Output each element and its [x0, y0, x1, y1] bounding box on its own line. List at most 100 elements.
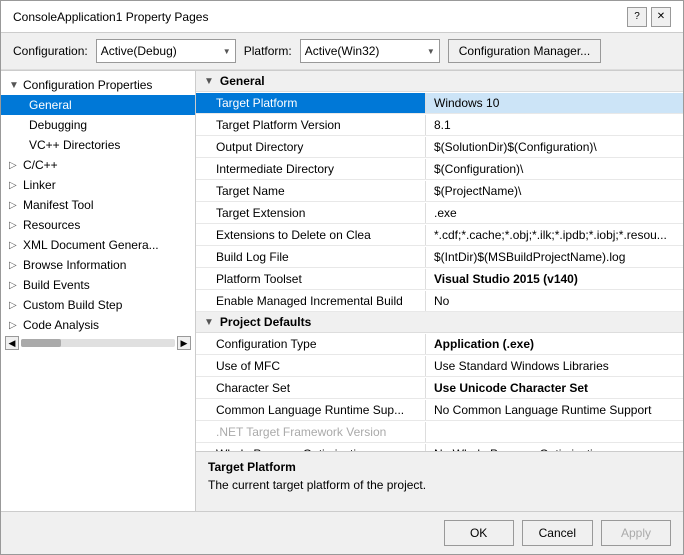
info-title: Target Platform [208, 460, 671, 474]
prop-value-config-type: Application (.exe) [426, 334, 683, 354]
prop-row-intermediate-dir[interactable]: Intermediate Directory $(Configuration)\ [196, 158, 683, 180]
section-project-defaults: ▼ Project Defaults [196, 312, 683, 333]
linker-label: Linker [23, 178, 56, 192]
prop-name-intermediate-dir: Intermediate Directory [196, 159, 426, 179]
prop-value-build-log: $(IntDir)$(MSBuildProjectName).log [426, 247, 683, 267]
prop-row-build-log[interactable]: Build Log File $(IntDir)$(MSBuildProject… [196, 246, 683, 268]
prop-name-whole-program: Whole Program Optimization [196, 444, 426, 452]
prop-name-use-mfc: Use of MFC [196, 356, 426, 376]
tree-item-build-events[interactable]: ▷ Build Events [1, 275, 195, 295]
prop-row-whole-program[interactable]: Whole Program Optimization No Whole Prog… [196, 443, 683, 451]
manifest-label: Manifest Tool [23, 198, 93, 212]
code-analysis-arrow-icon: ▷ [9, 320, 23, 331]
prop-name-managed-incremental: Enable Managed Incremental Build [196, 291, 426, 311]
custom-build-label: Custom Build Step [23, 298, 122, 312]
config-select[interactable]: Active(Debug) ▼ [96, 39, 236, 63]
browse-arrow-icon: ▷ [9, 260, 23, 271]
prop-name-output-dir: Output Directory [196, 137, 426, 157]
prop-row-target-name[interactable]: Target Name $(ProjectName)\ [196, 180, 683, 202]
scroll-right-btn[interactable]: ▶ [177, 336, 191, 350]
tree-item-code-analysis[interactable]: ▷ Code Analysis [1, 315, 195, 335]
scroll-left-btn[interactable]: ◀ [5, 336, 19, 350]
bottom-bar: OK Cancel Apply [1, 511, 683, 554]
tree-item-custom-build[interactable]: ▷ Custom Build Step [1, 295, 195, 315]
apply-button[interactable]: Apply [601, 520, 671, 546]
main-content: ▼ Configuration Properties General Debug… [1, 70, 683, 511]
xml-arrow-icon: ▷ [9, 240, 23, 251]
tree-item-cpp[interactable]: ▷ C/C++ [1, 155, 195, 175]
prop-name-extensions-delete: Extensions to Delete on Clea [196, 225, 426, 245]
tree-item-manifest-tool[interactable]: ▷ Manifest Tool [1, 195, 195, 215]
properties-table: ▼ General Target Platform Windows 10 Tar… [196, 71, 683, 451]
prop-value-character-set: Use Unicode Character Set [426, 378, 683, 398]
prop-row-clr-support[interactable]: Common Language Runtime Sup... No Common… [196, 399, 683, 421]
prop-row-config-type[interactable]: Configuration Type Application (.exe) [196, 333, 683, 355]
prop-row-target-ext[interactable]: Target Extension .exe [196, 202, 683, 224]
prop-name-target-platform-version: Target Platform Version [196, 115, 426, 135]
close-button[interactable]: ✕ [651, 7, 671, 27]
cancel-button[interactable]: Cancel [522, 520, 593, 546]
help-button[interactable]: ? [627, 7, 647, 27]
prop-value-managed-incremental: No [426, 291, 683, 311]
prop-name-platform-toolset: Platform Toolset [196, 269, 426, 289]
prop-row-output-dir[interactable]: Output Directory $(SolutionDir)$(Configu… [196, 136, 683, 158]
config-bar: Configuration: Active(Debug) ▼ Platform:… [1, 33, 683, 70]
tree-root-label: Configuration Properties [23, 78, 152, 92]
ok-button[interactable]: OK [444, 520, 514, 546]
cpp-arrow-icon: ▷ [9, 160, 23, 171]
tree-item-resources[interactable]: ▷ Resources [1, 215, 195, 235]
prop-value-target-platform: Windows 10 [426, 93, 683, 113]
prop-row-character-set[interactable]: Character Set Use Unicode Character Set [196, 377, 683, 399]
tree-item-xml-doc[interactable]: ▷ XML Document Genera... [1, 235, 195, 255]
resources-label: Resources [23, 218, 80, 232]
config-manager-button[interactable]: Configuration Manager... [448, 39, 601, 63]
prop-name-target-ext: Target Extension [196, 203, 426, 223]
property-pages-dialog: ConsoleApplication1 Property Pages ? ✕ C… [0, 0, 684, 555]
dialog-title: ConsoleApplication1 Property Pages [13, 10, 208, 24]
tree-item-browse-info[interactable]: ▷ Browse Information [1, 255, 195, 275]
tree-item-general[interactable]: General [1, 95, 195, 115]
prop-value-target-ext: .exe [426, 203, 683, 223]
project-defaults-arrow-icon: ▼ [204, 317, 214, 328]
prop-row-target-platform-version[interactable]: Target Platform Version 8.1 [196, 114, 683, 136]
prop-name-config-type: Configuration Type [196, 334, 426, 354]
prop-value-target-platform-version: 8.1 [426, 115, 683, 135]
tree-item-linker[interactable]: ▷ Linker [1, 175, 195, 195]
prop-row-net-target[interactable]: .NET Target Framework Version [196, 421, 683, 443]
tree-root[interactable]: ▼ Configuration Properties [1, 75, 195, 95]
config-value: Active(Debug) [101, 44, 177, 58]
tree-item-vc-directories[interactable]: VC++ Directories [1, 135, 195, 155]
platform-value: Active(Win32) [305, 44, 380, 58]
right-panel: ▼ General Target Platform Windows 10 Tar… [196, 71, 683, 511]
prop-value-intermediate-dir: $(Configuration)\ [426, 159, 683, 179]
prop-value-extensions-delete: *.cdf;*.cache;*.obj;*.ilk;*.ipdb;*.iobj;… [426, 225, 683, 245]
prop-value-clr-support: No Common Language Runtime Support [426, 400, 683, 420]
code-analysis-label: Code Analysis [23, 318, 99, 332]
prop-name-target-name: Target Name [196, 181, 426, 201]
prop-name-net-target: .NET Target Framework Version [196, 422, 426, 442]
title-controls: ? ✕ [627, 7, 671, 27]
section-general: ▼ General [196, 71, 683, 92]
info-panel: Target Platform The current target platf… [196, 451, 683, 511]
left-panel: ▼ Configuration Properties General Debug… [1, 71, 196, 511]
prop-row-extensions-delete[interactable]: Extensions to Delete on Clea *.cdf;*.cac… [196, 224, 683, 246]
prop-value-whole-program: No Whole Program Optimization [426, 444, 683, 452]
config-label: Configuration: [13, 44, 88, 58]
tree-item-debugging[interactable]: Debugging [1, 115, 195, 135]
title-bar: ConsoleApplication1 Property Pages ? ✕ [1, 1, 683, 33]
prop-name-clr-support: Common Language Runtime Sup... [196, 400, 426, 420]
scroll-track [21, 339, 175, 347]
platform-select[interactable]: Active(Win32) ▼ [300, 39, 440, 63]
build-events-arrow-icon: ▷ [9, 280, 23, 291]
browse-label: Browse Information [23, 258, 126, 272]
cpp-label: C/C++ [23, 158, 58, 172]
prop-value-output-dir: $(SolutionDir)$(Configuration)\ [426, 137, 683, 157]
prop-row-managed-incremental[interactable]: Enable Managed Incremental Build No [196, 290, 683, 312]
prop-value-platform-toolset: Visual Studio 2015 (v140) [426, 269, 683, 289]
manifest-arrow-icon: ▷ [9, 200, 23, 211]
prop-row-platform-toolset[interactable]: Platform Toolset Visual Studio 2015 (v14… [196, 268, 683, 290]
prop-row-use-mfc[interactable]: Use of MFC Use Standard Windows Librarie… [196, 355, 683, 377]
linker-arrow-icon: ▷ [9, 180, 23, 191]
scroll-thumb[interactable] [21, 339, 61, 347]
prop-row-target-platform[interactable]: Target Platform Windows 10 [196, 92, 683, 114]
